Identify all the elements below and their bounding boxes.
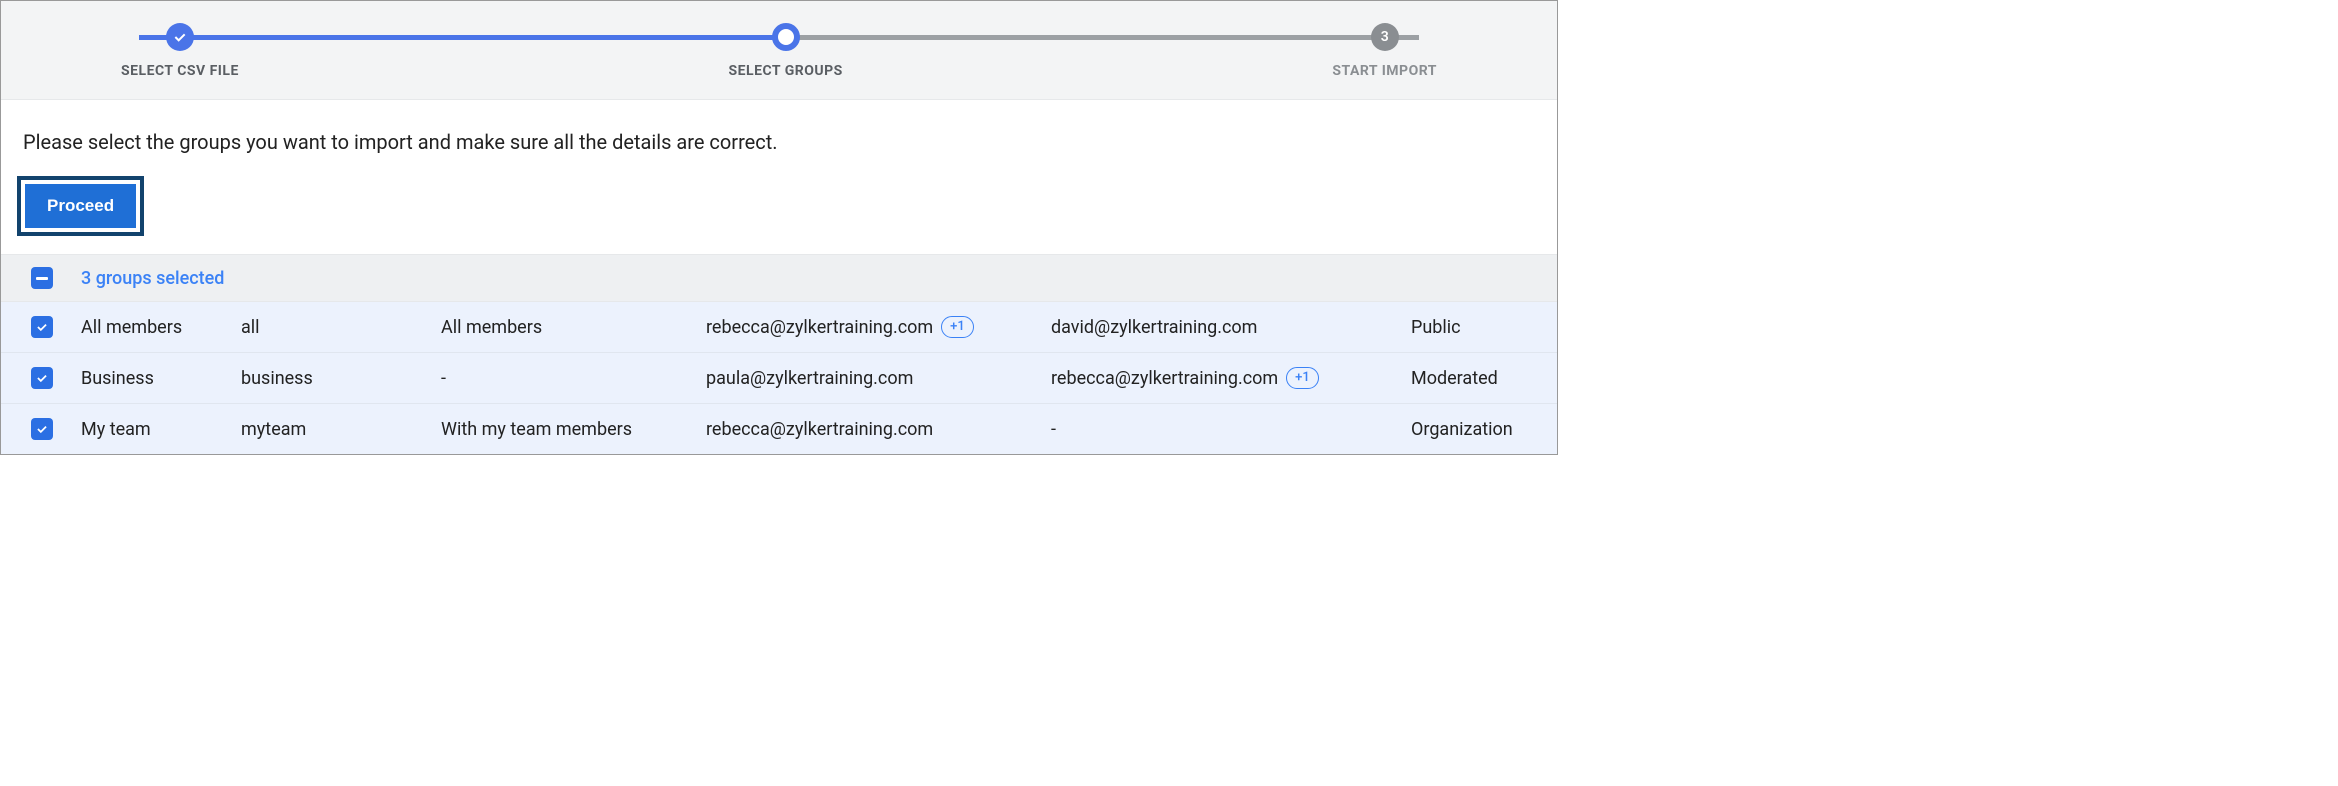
group-visibility: Public bbox=[1411, 317, 1527, 338]
table-header-row: 3 groups selected bbox=[1, 254, 1557, 302]
proceed-highlight: Proceed bbox=[17, 176, 144, 236]
row-checkbox[interactable] bbox=[31, 316, 53, 338]
row-checkbox[interactable] bbox=[31, 367, 53, 389]
group-visibility: Moderated bbox=[1411, 368, 1527, 389]
group-description: - bbox=[441, 368, 706, 389]
group-member-email: paula@zylkertraining.com bbox=[706, 368, 913, 389]
table-row: Business business - paula@zylkertraining… bbox=[1, 353, 1557, 404]
group-member-email: rebecca@zylkertraining.com bbox=[706, 317, 933, 338]
group-visibility: Organization bbox=[1411, 419, 1527, 440]
group-moderator-email: - bbox=[1051, 419, 1056, 440]
selection-summary: 3 groups selected bbox=[81, 268, 224, 289]
import-groups-window: SELECT CSV FILE SELECT GROUPS 3 START IM… bbox=[0, 0, 1558, 455]
more-count-badge[interactable]: +1 bbox=[1286, 367, 1319, 389]
content-area: Please select the groups you want to imp… bbox=[1, 100, 1557, 454]
proceed-button[interactable]: Proceed bbox=[25, 184, 136, 228]
group-moderator-email: david@zylkertraining.com bbox=[1051, 317, 1257, 338]
step-label: SELECT CSV FILE bbox=[121, 63, 239, 79]
group-description: All members bbox=[441, 317, 706, 338]
step-dot-future: 3 bbox=[1371, 23, 1399, 51]
stepper-line-pending bbox=[783, 35, 1419, 40]
select-all-checkbox[interactable] bbox=[31, 267, 53, 289]
minus-icon bbox=[36, 277, 48, 280]
group-description: With my team members bbox=[441, 419, 706, 440]
group-alias: myteam bbox=[241, 419, 441, 440]
row-checkbox[interactable] bbox=[31, 418, 53, 440]
group-member-email: rebecca@zylkertraining.com bbox=[706, 419, 933, 440]
step-select-groups[interactable]: SELECT GROUPS bbox=[729, 23, 843, 79]
check-icon bbox=[166, 23, 194, 51]
group-name: Business bbox=[81, 368, 241, 389]
group-moderator-email: rebecca@zylkertraining.com bbox=[1051, 368, 1278, 389]
step-label: START IMPORT bbox=[1332, 63, 1437, 79]
group-alias: all bbox=[241, 317, 441, 338]
step-dot-current bbox=[772, 23, 800, 51]
group-name: My team bbox=[81, 419, 241, 440]
instruction-text: Please select the groups you want to imp… bbox=[23, 130, 1537, 154]
step-start-import[interactable]: 3 START IMPORT bbox=[1332, 23, 1437, 79]
step-select-csv-file[interactable]: SELECT CSV FILE bbox=[121, 23, 239, 79]
group-name: All members bbox=[81, 317, 241, 338]
stepper-bar: SELECT CSV FILE SELECT GROUPS 3 START IM… bbox=[1, 1, 1557, 100]
step-label: SELECT GROUPS bbox=[729, 63, 843, 79]
more-count-badge[interactable]: +1 bbox=[941, 316, 974, 338]
group-alias: business bbox=[241, 368, 441, 389]
stepper: SELECT CSV FILE SELECT GROUPS 3 START IM… bbox=[121, 23, 1437, 79]
table-row: All members all All members rebecca@zylk… bbox=[1, 302, 1557, 353]
groups-table: 3 groups selected All members all All me… bbox=[1, 254, 1557, 454]
table-row: My team myteam With my team members rebe… bbox=[1, 404, 1557, 454]
step-number: 3 bbox=[1381, 29, 1389, 45]
